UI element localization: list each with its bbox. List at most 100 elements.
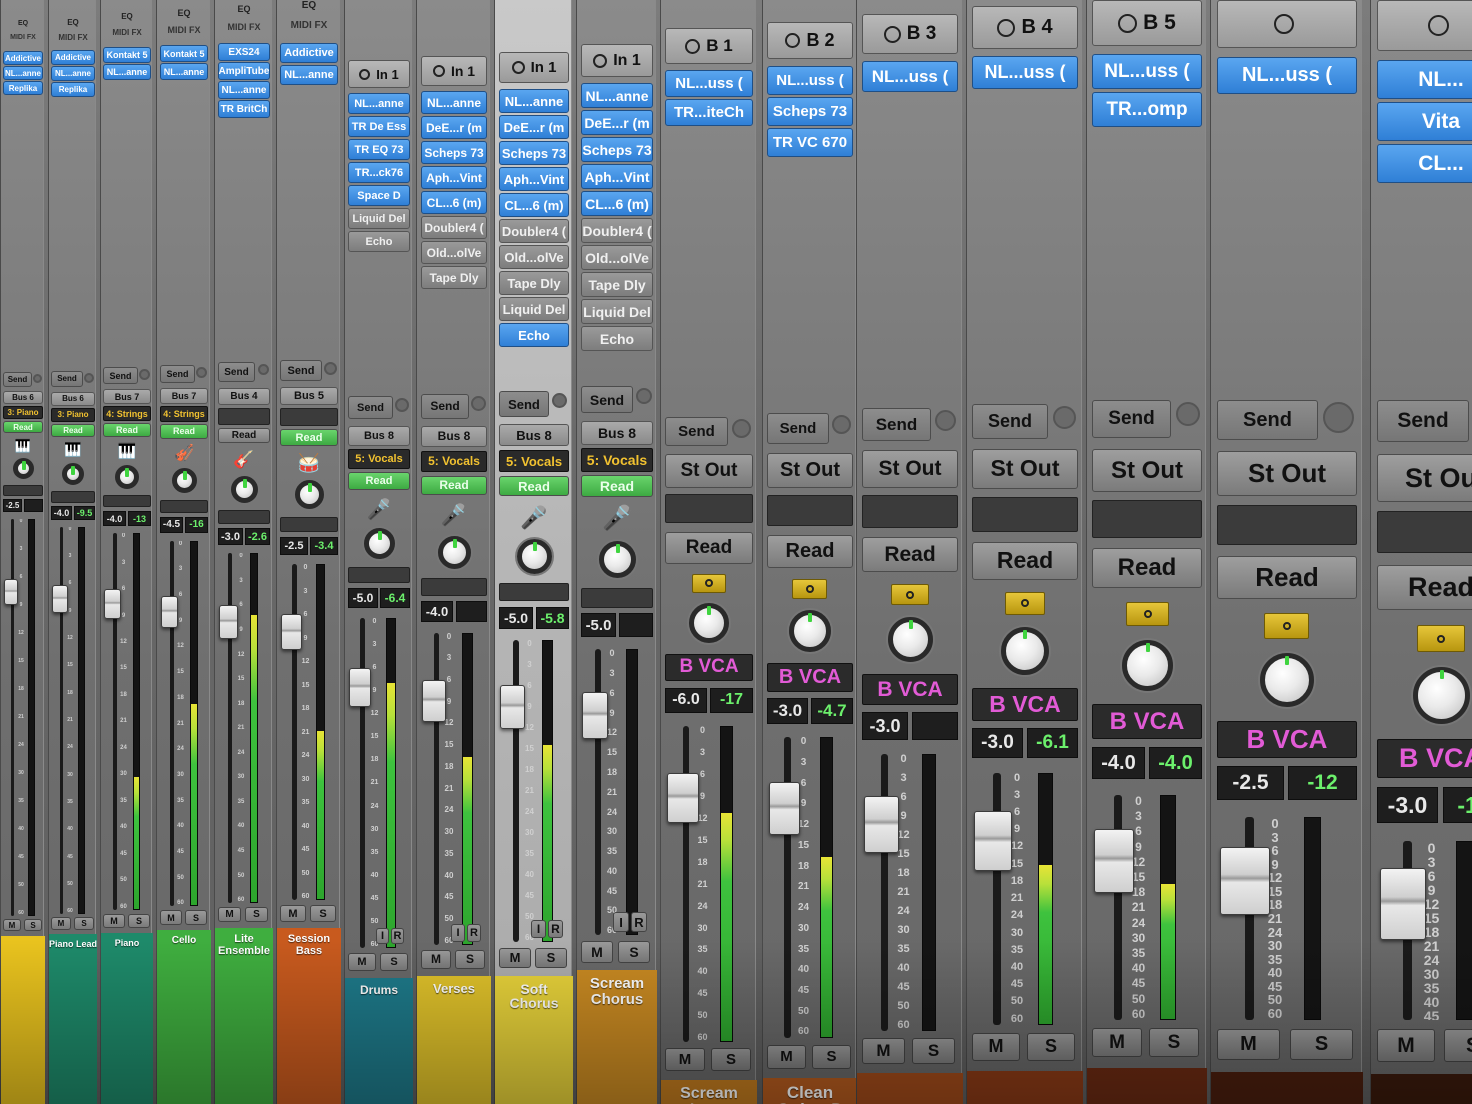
pan-knob[interactable] bbox=[689, 602, 729, 643]
group-slot[interactable]: 3: Piano bbox=[3, 406, 43, 419]
mute-button[interactable]: M bbox=[1092, 1028, 1142, 1057]
input-slot[interactable]: In 1 bbox=[348, 60, 410, 88]
vca-slot[interactable]: B VCA bbox=[1217, 721, 1357, 758]
solo-button[interactable]: S bbox=[380, 953, 408, 971]
pan-knob[interactable] bbox=[295, 480, 324, 509]
plugin-slot[interactable]: Vita bbox=[1377, 102, 1472, 141]
mute-button[interactable]: M bbox=[665, 1048, 705, 1072]
midi-fx-slot[interactable]: MIDI FX bbox=[103, 28, 151, 42]
group-slot[interactable] bbox=[972, 496, 1078, 532]
mute-button[interactable]: M bbox=[1217, 1029, 1280, 1060]
plugin-slot[interactable]: Scheps 73 bbox=[499, 141, 569, 165]
vca-slot[interactable] bbox=[160, 499, 208, 513]
send-slot[interactable]: Send bbox=[972, 403, 1048, 439]
volume-fader[interactable] bbox=[974, 810, 1012, 871]
vca-slot[interactable] bbox=[421, 577, 487, 596]
send-slot[interactable]: Send bbox=[3, 372, 32, 387]
automation-mode-button[interactable]: Read bbox=[972, 541, 1078, 580]
group-slot[interactable]: 3: Piano bbox=[51, 407, 95, 422]
track-name[interactable]: Piano Lead bbox=[49, 934, 97, 1104]
send-level-knob[interactable] bbox=[33, 374, 42, 383]
output-slot[interactable]: Bus 6 bbox=[51, 391, 95, 406]
eq-display[interactable]: EQ bbox=[218, 4, 270, 19]
track-name[interactable] bbox=[1, 936, 45, 1104]
plugin-slot[interactable]: CL...6 (m) bbox=[581, 191, 653, 216]
plugin-slot[interactable]: Space D bbox=[348, 185, 410, 206]
vca-slot[interactable] bbox=[3, 485, 43, 496]
plugin-slot[interactable]: Addictive bbox=[51, 50, 95, 65]
channel-strip[interactable]: EQ MIDI FX Addictive NL...anne Replika Send Bu… bbox=[48, 0, 97, 1104]
channel-strip[interactable]: EQ MIDI FX Addictive NL...anne Replika Send Bu… bbox=[0, 0, 45, 1104]
plugin-slot[interactable]: Liquid Del bbox=[581, 299, 653, 324]
vca-slot[interactable]: B VCA bbox=[767, 663, 853, 693]
channel-strip[interactable]: B 4 NL...uss (Send St Out Read B VCA -3.0 -6.1… bbox=[966, 0, 1083, 1104]
track-name[interactable] bbox=[1371, 1074, 1472, 1104]
send-level-knob[interactable] bbox=[84, 372, 94, 383]
automation-mode-button[interactable]: Read bbox=[499, 476, 569, 497]
input-slot[interactable]: In 1 bbox=[499, 52, 569, 83]
plugin-slot[interactable]: DeE...r (m bbox=[499, 115, 569, 139]
solo-button[interactable]: S bbox=[245, 907, 268, 923]
pan-knob[interactable] bbox=[364, 528, 395, 559]
output-slot[interactable]: St Out bbox=[1217, 451, 1357, 496]
automation-mode-button[interactable]: Read bbox=[280, 429, 338, 446]
group-slot[interactable] bbox=[767, 495, 853, 527]
power-button[interactable] bbox=[1005, 591, 1045, 615]
plugin-slot[interactable]: Old...olVe bbox=[581, 245, 653, 270]
plugin-slot[interactable]: NL...anne bbox=[581, 83, 653, 108]
input-monitor-button[interactable]: I bbox=[376, 928, 389, 944]
plugin-slot[interactable]: CL... bbox=[1377, 144, 1472, 183]
group-slot[interactable] bbox=[665, 493, 753, 523]
plugin-slot[interactable]: NL...anne bbox=[160, 63, 208, 80]
power-button[interactable] bbox=[1264, 613, 1309, 639]
plugin-slot[interactable]: Kontakt 5 bbox=[103, 47, 151, 63]
channel-strip[interactable]: EQ MIDI FX Addictive NL...anne Send Bus 5 Read… bbox=[276, 0, 341, 1104]
power-button[interactable] bbox=[792, 579, 827, 600]
plugin-slot[interactable]: Echo bbox=[581, 326, 653, 351]
send-level-knob[interactable] bbox=[1053, 405, 1076, 429]
volume-fader[interactable] bbox=[349, 668, 371, 707]
pan-knob[interactable] bbox=[438, 535, 471, 569]
automation-mode-button[interactable]: Read bbox=[160, 423, 208, 439]
eq-display[interactable]: EQ bbox=[280, 0, 338, 17]
group-slot[interactable]: 5: Vocals bbox=[581, 448, 653, 473]
pan-knob[interactable] bbox=[1413, 667, 1470, 724]
volume-fader[interactable] bbox=[582, 692, 608, 740]
plugin-slot[interactable]: NL...anne bbox=[218, 81, 270, 99]
power-button[interactable] bbox=[891, 584, 929, 606]
track-name[interactable] bbox=[967, 1070, 1083, 1104]
solo-button[interactable]: S bbox=[1149, 1028, 1199, 1057]
input-slot[interactable]: B 3 bbox=[862, 14, 958, 54]
output-slot[interactable]: St Ou bbox=[1377, 454, 1472, 502]
automation-mode-button[interactable]: Read bbox=[665, 531, 753, 564]
channel-strip[interactable]: B 1 NL...uss (TR...iteCh Send St Out Read B V… bbox=[660, 0, 757, 1104]
track-name[interactable]: Scream Chorus bbox=[577, 970, 657, 1104]
plugin-slot[interactable]: TR BritCh bbox=[218, 100, 270, 118]
plugin-slot[interactable]: NL...anne bbox=[421, 91, 487, 114]
send-slot[interactable]: Send bbox=[767, 413, 829, 445]
automation-mode-button[interactable]: Read bbox=[1377, 565, 1472, 610]
send-slot[interactable]: Send bbox=[280, 360, 322, 381]
channel-strip[interactable]: In 1 NL...anne DeE...r (m Scheps 73 Aph...Vi… bbox=[416, 0, 491, 1104]
solo-button[interactable]: S bbox=[912, 1038, 955, 1065]
mute-button[interactable]: M bbox=[767, 1044, 806, 1069]
send-level-knob[interactable] bbox=[935, 410, 956, 432]
vca-slot[interactable] bbox=[348, 567, 410, 583]
plugin-slot[interactable]: Tape Dly bbox=[581, 272, 653, 297]
group-slot[interactable]: 5: Vocals bbox=[499, 450, 569, 473]
solo-button[interactable]: S bbox=[1290, 1029, 1353, 1060]
mute-button[interactable]: M bbox=[581, 941, 613, 964]
input-slot[interactable]: B 4 bbox=[972, 6, 1078, 49]
volume-fader[interactable] bbox=[667, 772, 699, 823]
output-slot[interactable]: St Out bbox=[767, 453, 853, 489]
plugin-slot[interactable]: Scheps 73 bbox=[421, 141, 487, 164]
send-level-knob[interactable] bbox=[732, 418, 751, 438]
pan-knob[interactable] bbox=[172, 467, 197, 493]
vca-slot[interactable]: B VCA bbox=[665, 653, 753, 681]
automation-mode-button[interactable]: Read bbox=[1092, 548, 1202, 588]
vca-slot[interactable]: B VCA bbox=[972, 687, 1078, 721]
midi-fx-slot[interactable]: MIDI FX bbox=[160, 25, 208, 40]
group-slot[interactable]: 5: Vocals bbox=[348, 449, 410, 469]
input-format-icon[interactable] bbox=[359, 68, 371, 80]
track-name[interactable]: Drums bbox=[345, 978, 413, 1104]
